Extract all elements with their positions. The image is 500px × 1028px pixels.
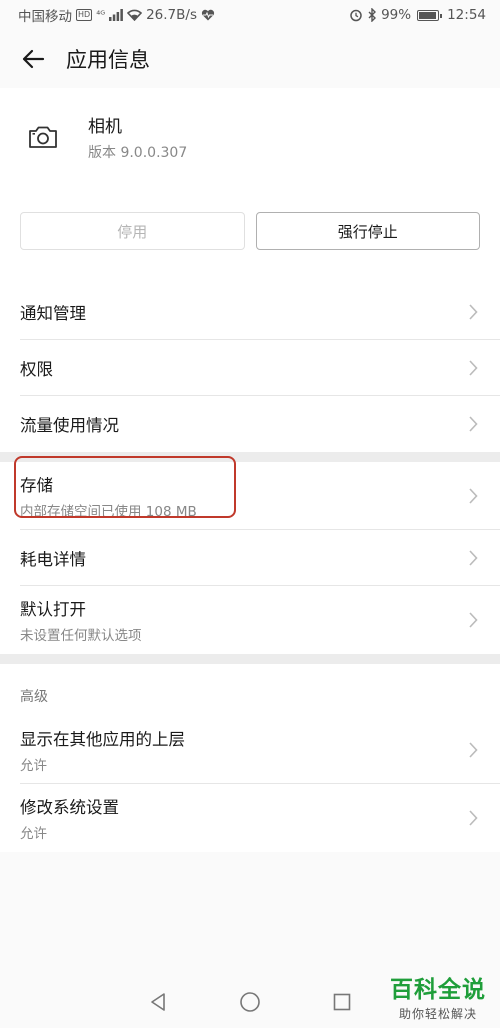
list-item-battery-details[interactable]: 耗电详情 [20,530,500,586]
watermark-title: 百科全说 [390,977,486,1003]
chevron-right-icon [469,487,478,504]
chevron-right-icon [469,810,478,826]
list-item-subtitle: 内部存储空间已使用 108 MB [20,503,197,520]
list-item-title: 修改系统设置 [20,798,119,817]
section-divider [0,654,500,664]
battery-icon [417,9,443,21]
status-right: 99% 12:54 [349,7,486,23]
page-title: 应用信息 [66,48,150,72]
home-circle-icon[interactable] [239,991,261,1013]
network-type: ⁴ᴳ [96,9,106,21]
watermark: 百科全说 助你轻松解决 [390,970,486,1022]
camera-icon [29,126,57,148]
watermark-subtitle: 助你轻松解决 [398,1007,477,1021]
content: 相机 版本 9.0.0.307 停用 强行停止 通知管理 权限 流量使用情况 存… [0,88,500,852]
list-item-subtitle: 允许 [20,757,47,774]
chevron-right-icon [469,612,478,628]
settings-group-2: 存储 内部存储空间已使用 108 MB 耗电详情 默认打开 未设置任何默认选项 [0,462,500,654]
list-item-permissions[interactable]: 权限 [20,340,500,396]
list-item-title: 显示在其他应用的上层 [20,729,185,749]
back-triangle-icon[interactable] [147,991,169,1013]
network-speed: 26.7B/s [146,7,197,23]
alarm-icon [350,9,362,22]
wifi-icon [127,9,143,21]
list-item-storage[interactable]: 存储 内部存储空间已使用 108 MB [20,462,500,530]
app-header: 相机 版本 9.0.0.307 [0,88,500,196]
list-item-title: 流量使用情况 [20,416,119,435]
chevron-right-icon [469,303,478,320]
list-item-data-usage[interactable]: 流量使用情况 [20,396,500,452]
app-meta: 相机 版本 9.0.0.307 [88,112,187,162]
list-item-title: 耗电详情 [20,549,86,569]
battery-percent: 99% [381,7,412,23]
section-header-advanced: 高级 [0,664,500,716]
hd-badge: HD [76,9,93,21]
list-item-subtitle: 允许 [20,826,47,842]
clock: 12:54 [447,7,486,23]
carrier-label: 中国移动 [18,9,72,25]
chevron-right-icon [469,741,478,758]
list-item-title: 默认打开 [20,600,86,619]
action-buttons: 停用 强行停止 [0,196,500,284]
signal-icon [109,9,123,21]
heart-rate-icon [201,9,215,21]
list-item-open-by-default[interactable]: 默认打开 未设置任何默认选项 [20,586,500,654]
force-stop-button[interactable]: 强行停止 [255,212,480,250]
app-bar: 应用信息 [0,30,500,88]
back-arrow-icon[interactable] [18,44,48,74]
list-item-draw-over-other-apps[interactable]: 显示在其他应用的上层 允许 [20,716,500,784]
status-left: 中国移动 HD ⁴ᴳ 26.7B/s [18,5,215,25]
settings-group-1: 通知管理 权限 流量使用情况 [0,284,500,452]
status-bar: 中国移动 HD ⁴ᴳ 26.7B/s 99% 12:54 [0,0,500,30]
list-item-title: 存储 [20,475,53,495]
bluetooth-icon [368,8,377,22]
settings-group-advanced: 高级 显示在其他应用的上层 允许 修改系统设置 允许 [0,664,500,852]
chevron-right-icon [469,359,478,376]
recents-square-icon[interactable] [331,991,353,1013]
chevron-right-icon [469,549,478,566]
list-item-notification-management[interactable]: 通知管理 [20,284,500,340]
chevron-right-icon [469,416,478,432]
list-item-subtitle: 未设置任何默认选项 [20,628,142,644]
disable-button: 停用 [20,212,245,250]
section-divider [0,452,500,462]
list-item-title: 通知管理 [20,303,86,323]
list-item-modify-system-settings[interactable]: 修改系统设置 允许 [20,784,500,852]
app-version: 版本 9.0.0.307 [88,145,188,161]
app-name: 相机 [88,117,122,137]
list-item-title: 权限 [20,359,53,379]
